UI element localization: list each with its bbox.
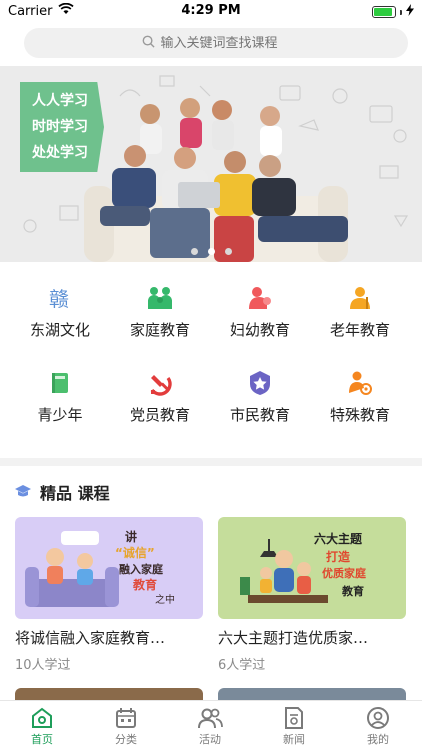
search-bar[interactable] — [24, 28, 408, 58]
category-youth[interactable]: 青少年 — [10, 368, 110, 425]
tab-profile[interactable]: 我的 — [336, 705, 420, 747]
graduation-cap-icon — [14, 483, 32, 502]
calligraphy-icon: 赣 — [45, 283, 75, 313]
section-title: 精品 课程 — [40, 484, 110, 503]
tab-news[interactable]: 新闻 — [252, 705, 336, 747]
thumbnail-word: 打造 — [326, 549, 351, 564]
tab-home[interactable]: 首页 — [0, 705, 84, 747]
tab-label: 新闻 — [283, 733, 305, 746]
course-title[interactable]: 六大主题打造优质家… — [218, 627, 406, 648]
thumbnail-word: 六大主题 — [314, 531, 363, 546]
category-dongru-culture[interactable]: 赣 东湖文化 — [10, 283, 110, 340]
special-care-icon — [345, 368, 375, 398]
home-icon — [0, 705, 84, 731]
party-emblem-icon — [145, 368, 175, 398]
category-family-education[interactable]: 家庭教育 — [110, 283, 210, 340]
category-elder-education[interactable]: 老年教育 — [310, 283, 410, 340]
tab-label: 首页 — [31, 733, 53, 746]
slogan-line-2: 时时学习 — [32, 119, 88, 135]
course-card[interactable]: 六大主题 打造 优质家庭 教育 六大主题打造优质家… 6人学过 — [218, 517, 406, 673]
course-thumbnail[interactable]: 讲 “诚信” 融入家庭 教育 之中 — [15, 517, 203, 619]
next-course-thumbnail[interactable] — [218, 688, 406, 700]
thumbnail-word: 教育 — [341, 584, 364, 598]
tab-label: 分类 — [115, 733, 137, 746]
category-label: 东湖文化 — [29, 321, 90, 339]
category-mother-child-education[interactable]: 妇幼教育 — [210, 283, 310, 340]
status-bar: Carrier 4:29 PM — [0, 0, 422, 22]
course-learner-count: 6人学过 — [218, 658, 266, 673]
thumbnail-word: 优质家庭 — [322, 566, 366, 580]
thumbnail-word: 讲 — [125, 529, 137, 544]
battery-tip — [400, 9, 402, 15]
section-divider — [0, 458, 422, 466]
tab-activities[interactable]: 活动 — [168, 705, 252, 747]
tab-label: 我的 — [367, 733, 389, 746]
course-title[interactable]: 将诚信融入家庭教育… — [15, 627, 203, 648]
book-icon — [45, 368, 75, 398]
search-icon — [142, 35, 155, 52]
banner-slogan: 人人学习 时时学习 处处学习 — [20, 82, 104, 172]
slogan-line-1: 人人学习 — [32, 93, 88, 109]
news-doc-icon — [252, 705, 336, 731]
elder-icon — [345, 283, 375, 313]
category-label: 特殊教育 — [329, 406, 390, 424]
mother-child-icon — [245, 283, 275, 313]
category-label: 家庭教育 — [129, 321, 190, 339]
status-time: 4:29 PM — [181, 3, 241, 18]
charging-icon — [406, 4, 414, 20]
course-learner-count: 10人学过 — [15, 658, 71, 673]
course-thumbnail-art: 六大主题 打造 优质家庭 教育 — [240, 531, 366, 603]
slogan-line-3: 处处学习 — [32, 145, 88, 161]
thumbnail-word: 之中 — [155, 593, 175, 606]
category-label: 老年教育 — [329, 321, 390, 339]
category-label: 党员教育 — [129, 406, 190, 424]
tab-label: 活动 — [199, 733, 221, 746]
status-right — [372, 4, 414, 20]
carousel-dots — [0, 248, 422, 255]
featured-courses-header: 精品 课程 — [14, 480, 110, 504]
svg-text:赣: 赣 — [49, 287, 69, 311]
course-card[interactable]: 讲 “诚信” 融入家庭 教育 之中 将诚信融入家庭教育… 10人学过 — [15, 517, 203, 673]
carousel-dot-active[interactable] — [207, 248, 215, 255]
category-label: 妇幼教育 — [229, 321, 290, 339]
family-icon — [145, 283, 175, 313]
carousel-dot[interactable] — [190, 248, 198, 255]
people-icon — [168, 705, 252, 731]
tab-categories[interactable]: 分类 — [84, 705, 168, 747]
thumbnail-word: 融入家庭 — [119, 562, 163, 576]
category-special-education[interactable]: 特殊教育 — [310, 368, 410, 425]
next-course-thumbnail[interactable] — [15, 688, 203, 700]
category-citizen-education[interactable]: 市民教育 — [210, 368, 310, 425]
citizen-badge-icon — [245, 368, 275, 398]
category-label: 青少年 — [37, 406, 83, 424]
search-input[interactable] — [160, 35, 291, 51]
course-thumbnail-art: 讲 “诚信” 融入家庭 教育 之中 — [25, 529, 175, 607]
category-grid: 赣 东湖文化 家庭教育 妇幼教育 老年教育 青少年 党员教育 市民教育 特殊教育 — [0, 275, 422, 455]
category-label: 市民教育 — [229, 406, 290, 424]
user-circle-icon — [336, 705, 420, 731]
battery-icon — [372, 6, 396, 18]
banner-carousel[interactable]: 人人学习 时时学习 处处学习 — [0, 66, 422, 262]
category-party-education[interactable]: 党员教育 — [110, 368, 210, 425]
calendar-grid-icon — [84, 705, 168, 731]
thumbnail-word: “诚信” — [115, 545, 155, 560]
bottom-tab-bar: 首页 分类 活动 新闻 我的 — [0, 700, 422, 750]
course-thumbnail[interactable]: 六大主题 打造 优质家庭 教育 — [218, 517, 406, 619]
thumbnail-word: 教育 — [132, 577, 157, 592]
carousel-dot[interactable] — [224, 248, 232, 255]
